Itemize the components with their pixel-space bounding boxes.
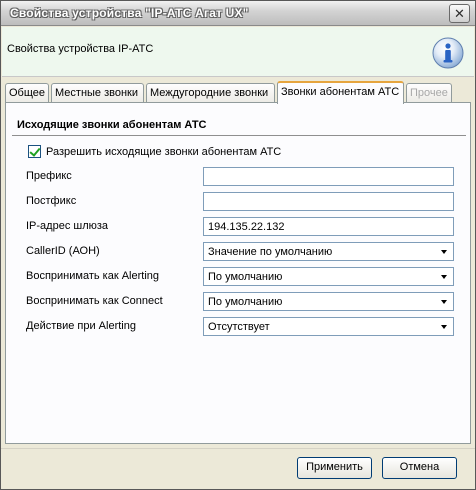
postfix-input[interactable]: [203, 192, 454, 211]
tab-long-distance-calls[interactable]: Междугородние звонки: [146, 83, 275, 103]
callerid-value: Значение по умолчанию: [208, 246, 333, 258]
connect-label: Воспринимать как Connect: [26, 295, 163, 307]
prefix-input[interactable]: [203, 167, 454, 186]
callerid-label: CallerID (АОН): [26, 245, 100, 257]
footer-divider: [1, 448, 475, 449]
group-header: Исходящие звонки абонентам АТС: [12, 118, 466, 136]
gateway-ip-input[interactable]: [203, 217, 454, 236]
callerid-select[interactable]: Значение по умолчанию: [203, 242, 454, 261]
postfix-label: Постфикс: [26, 195, 77, 207]
action-alerting-label: Действие при Alerting: [26, 320, 136, 332]
close-button[interactable]: ✕: [449, 4, 470, 23]
tab-general[interactable]: Общее: [5, 83, 49, 103]
allow-outgoing-checkbox-row[interactable]: Разрешить исходящие звонки абонентам АТС: [28, 145, 281, 158]
tab-label: Прочее: [410, 87, 448, 99]
window-title: Свойства устройства "IP-АТС Агат UX": [10, 6, 249, 20]
apply-button[interactable]: Применить: [297, 457, 372, 479]
cancel-button[interactable]: Отмена: [382, 457, 457, 479]
tab-local-calls[interactable]: Местные звонки: [51, 83, 144, 103]
alerting-value: По умолчанию: [208, 271, 283, 283]
alerting-select[interactable]: По умолчанию: [203, 267, 454, 286]
chevron-down-icon: [441, 325, 447, 329]
tab-other: Прочее: [406, 83, 452, 103]
alerting-label: Воспринимать как Alerting: [26, 270, 159, 282]
connect-select[interactable]: По умолчанию: [203, 292, 454, 311]
tab-panel: Исходящие звонки абонентам АТС Разрешить…: [5, 102, 471, 444]
allow-outgoing-label: Разрешить исходящие звонки абонентам АТС: [46, 145, 282, 158]
gateway-label: IP-адрес шлюза: [26, 220, 109, 232]
action-alerting-value: Отсутствует: [208, 321, 270, 333]
action-alerting-select[interactable]: Отсутствует: [203, 317, 454, 336]
tab-ats-subscriber-calls[interactable]: Звонки абонентам АТС: [277, 81, 404, 104]
tab-label: Междугородние звонки: [150, 87, 269, 99]
tab-label: Местные звонки: [55, 87, 139, 99]
properties-dialog: Свойства устройства "IP-АТС Агат UX" ✕ С…: [0, 0, 476, 490]
title-bar[interactable]: Свойства устройства "IP-АТС Агат UX" ✕: [1, 1, 475, 26]
close-icon: ✕: [454, 6, 465, 21]
chevron-down-icon: [441, 300, 447, 304]
allow-outgoing-checkbox[interactable]: [28, 145, 41, 158]
prefix-label: Префикс: [26, 170, 72, 182]
group-title: Исходящие звонки абонентам АТС: [17, 119, 207, 131]
header-band: Свойства устройства IP-АТС: [2, 27, 474, 77]
chevron-down-icon: [441, 250, 447, 254]
tab-label: Звонки абонентам АТС: [281, 86, 400, 98]
connect-value: По умолчанию: [208, 296, 283, 308]
chevron-down-icon: [441, 275, 447, 279]
info-icon: [432, 37, 464, 69]
tab-strip: Общее Местные звонки Междугородние звонк…: [5, 81, 471, 104]
tab-label: Общее: [9, 87, 46, 99]
header-text: Свойства устройства IP-АТС: [7, 43, 154, 55]
